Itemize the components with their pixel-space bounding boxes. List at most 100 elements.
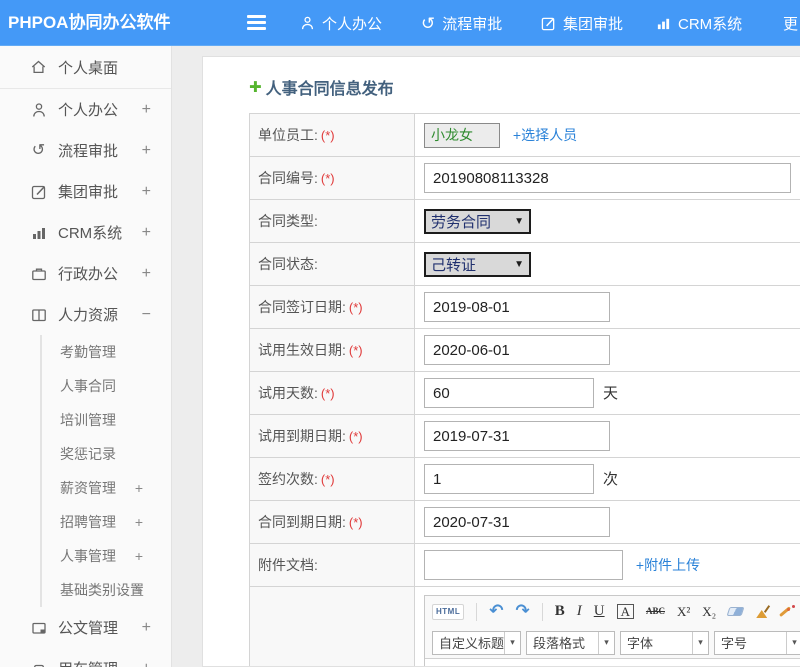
redo-icon[interactable]: ↷ [515,603,529,620]
home-icon [30,59,47,76]
sidebar-subitem-training[interactable]: 培训管理 [42,403,171,437]
underline-button[interactable]: U [594,604,605,619]
sidebar-item-vehicle-mgmt[interactable]: 用车管理 + [0,648,171,667]
edit-square-icon [541,16,556,31]
sidebar-item-group-approval[interactable]: 集团审批 + [0,171,171,212]
sidebar-subitem-base-category[interactable]: 基础类别设置 + [42,573,171,607]
contract-status-select[interactable]: 己转证 ▼ [424,252,531,277]
expand-icon[interactable]: + [135,548,143,564]
unit-suffix: 次 [603,471,618,488]
contract-no-input[interactable] [424,163,791,193]
field-label: 合同签订日期: [258,299,346,315]
field-label: 附件文档: [258,557,318,573]
sidebar-item-document-mgmt[interactable]: 公文管理 + [0,607,171,648]
editor-content-area[interactable] [425,658,800,667]
chevron-down-icon: ▾ [786,632,800,654]
undo-icon[interactable]: ↶ [489,603,503,620]
table-row: 试用天数:(*) 天 [250,372,800,415]
hr-submenu: 考勤管理 人事合同 培训管理 奖惩记录 薪资管理 + 招聘管理 + 人事管理 +… [40,335,171,607]
form-title: 人事合同信息发布 [266,75,394,99]
chevron-down-icon: ▾ [598,632,614,654]
paragraph-format-select[interactable]: 段落格式 ▾ [526,631,615,655]
expand-icon[interactable]: + [142,224,151,242]
bold-button[interactable]: B [555,604,565,619]
font-family-select[interactable]: 字体 ▾ [620,631,709,655]
sidebar-item-human-resources[interactable]: 人力资源 − [0,294,171,335]
font-size-select[interactable]: 字号 ▾ [714,631,800,655]
eraser-icon[interactable] [727,607,745,616]
collapse-icon[interactable]: − [142,306,151,324]
trial-end-date-input[interactable] [424,421,610,451]
expand-icon[interactable]: + [142,142,151,160]
employee-input[interactable] [424,123,500,148]
expand-icon[interactable]: + [142,183,151,201]
form-card: ✚ 人事合同信息发布 单位员工:(*) +选择人员 合同编号:(*) [202,56,800,667]
flow-arrow-icon: ↺ [421,15,435,32]
subscript-button[interactable]: X₂ [702,605,716,618]
sign-count-input[interactable] [424,464,594,494]
nav-more[interactable]: 更 [783,0,798,46]
expand-icon[interactable]: + [142,660,151,667]
nav-crm-system[interactable]: CRM系统 [656,0,742,46]
table-row: 试用到期日期:(*) [250,415,800,458]
menu-toggle-icon[interactable] [247,15,266,33]
upload-attachment-link[interactable]: +附件上传 [636,557,700,573]
superscript-button[interactable]: X² [677,605,690,618]
field-label: 签约次数: [258,471,318,487]
sidebar-subitem-hr-contract[interactable]: 人事合同 [42,369,171,403]
bar-chart-icon [30,224,47,241]
field-label: 试用到期日期: [258,428,346,444]
attachment-input[interactable] [424,550,623,580]
nav-workflow-approval[interactable]: ↺ 流程审批 [421,0,502,46]
select-arrow-icon: ▼ [514,216,524,227]
font-color-button[interactable]: A [617,604,634,619]
sidebar-item-admin-office[interactable]: 行政办公 + [0,253,171,294]
trial-days-input[interactable] [424,378,594,408]
select-person-link[interactable]: +选择人员 [513,127,577,143]
table-row: 附件文档: +附件上传 [250,544,800,587]
format-brush-icon[interactable] [755,605,769,618]
sidebar-item-crm-system[interactable]: CRM系统 + [0,212,171,253]
sidebar-item-personal-office[interactable]: 个人办公 + [0,89,171,130]
main-content: ✚ 人事合同信息发布 单位员工:(*) +选择人员 合同编号:(*) [173,46,800,667]
nav-personal-office[interactable]: 个人办公 [300,0,382,46]
top-header: PHPOA协同办公软件 个人办公 ↺ 流程审批 集团审批 CRM系统 更 [0,0,800,46]
html-source-button[interactable]: HTML [432,604,464,620]
expand-icon[interactable]: + [142,101,151,119]
expand-icon[interactable]: + [142,619,151,637]
sidebar-subitem-salary[interactable]: 薪资管理 + [42,471,171,505]
nav-group-approval[interactable]: 集团审批 [541,0,623,46]
table-row: 合同状态: 己转证 ▼ [250,243,800,286]
sidebar-subitem-recruitment[interactable]: 招聘管理 + [42,505,171,539]
app-logo[interactable]: PHPOA协同办公软件 [8,0,170,46]
user-icon [300,15,315,31]
document-icon [30,619,47,636]
field-label: 试用生效日期: [258,342,346,358]
sign-date-input[interactable] [424,292,610,322]
contract-type-select[interactable]: 劳务合同 ▼ [424,209,531,234]
expand-icon[interactable]: + [142,265,151,283]
select-arrow-icon: ▼ [514,259,524,270]
field-label: 合同状态: [258,256,318,272]
sidebar-subitem-attendance[interactable]: 考勤管理 [42,335,171,369]
italic-button[interactable]: I [577,604,582,619]
expand-icon[interactable]: + [135,514,143,530]
required-mark: (*) [321,386,335,401]
sidebar-subitem-personnel[interactable]: 人事管理 + [42,539,171,573]
rich-text-editor: HTML ↶ ↷ B I U A ABC X² X₂ [424,595,800,667]
required-mark: (*) [321,128,335,143]
trial-start-date-input[interactable] [424,335,610,365]
expand-icon[interactable]: + [135,582,143,598]
sidebar-subitem-rewards[interactable]: 奖惩记录 [42,437,171,471]
custom-title-select[interactable]: 自定义标题 ▾ [432,631,521,655]
sidebar-item-personal-desktop[interactable]: 个人桌面 [0,46,171,89]
chevron-down-icon: ▾ [692,632,708,654]
field-label: 合同类型: [258,213,318,229]
contract-end-date-input[interactable] [424,507,610,537]
table-row: 单位员工:(*) +选择人员 [250,114,800,157]
expand-icon[interactable]: + [135,480,143,496]
add-icon: ✚ [249,78,262,96]
magic-wand-icon[interactable] [781,605,797,619]
strikethrough-button[interactable]: ABC [646,607,665,616]
sidebar-item-workflow-approval[interactable]: ↺ 流程审批 + [0,130,171,171]
